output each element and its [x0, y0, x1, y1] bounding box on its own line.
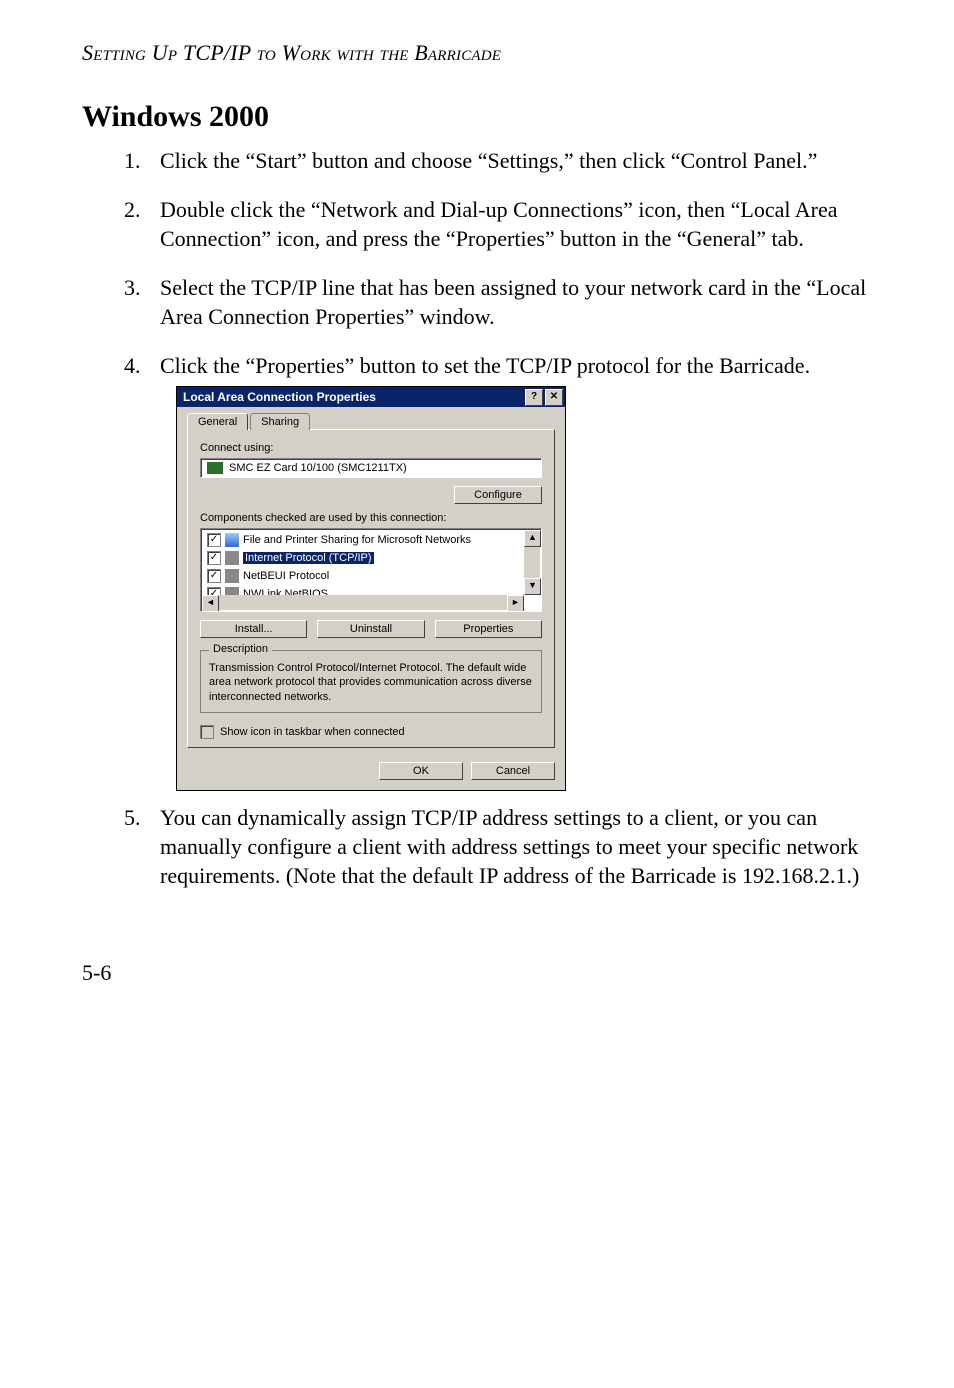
scroll-right-icon[interactable]: ►: [507, 595, 524, 612]
adapter-field: SMC EZ Card 10/100 (SMC1211TX): [200, 458, 542, 478]
step-3: Select the TCP/IP line that has been ass…: [146, 273, 882, 331]
step-4: Click the “Properties” button to set the…: [146, 351, 882, 380]
step-5: You can dynamically assign TCP/IP addres…: [146, 803, 882, 890]
scroll-down-icon[interactable]: ▼: [524, 578, 541, 595]
tab-panel-general: Connect using: SMC EZ Card 10/100 (SMC12…: [187, 429, 555, 748]
protocol-icon: [225, 551, 239, 565]
scroll-left-icon[interactable]: ◄: [202, 595, 219, 612]
checkbox-icon[interactable]: ✓: [207, 533, 221, 547]
nic-icon: [207, 462, 223, 474]
scroll-up-icon[interactable]: ▲: [524, 530, 541, 547]
tab-sharing[interactable]: Sharing: [250, 413, 310, 430]
component-netbeui[interactable]: ✓ NetBEUI Protocol: [205, 567, 523, 585]
dialog-title: Local Area Connection Properties: [183, 390, 523, 404]
page-number: 5-6: [82, 960, 882, 986]
uninstall-button[interactable]: Uninstall: [317, 620, 424, 638]
step-1: Click the “Start” button and choose “Set…: [146, 146, 882, 175]
section-heading: Windows 2000: [82, 100, 882, 134]
components-listbox[interactable]: ✓ File and Printer Sharing for Microsoft…: [200, 528, 542, 612]
running-head: Setting Up TCP/IP to Work with the Barri…: [82, 40, 882, 66]
description-groupbox: Description Transmission Control Protoco…: [200, 650, 542, 713]
checkbox-icon[interactable]: ✓: [207, 551, 221, 565]
component-label: Internet Protocol (TCP/IP): [243, 552, 374, 564]
component-label: NetBEUI Protocol: [243, 570, 329, 582]
properties-button[interactable]: Properties: [435, 620, 542, 638]
component-tcpip[interactable]: ✓ Internet Protocol (TCP/IP): [205, 549, 523, 567]
show-icon-label: Show icon in taskbar when connected: [220, 726, 405, 738]
component-label: File and Printer Sharing for Microsoft N…: [243, 534, 471, 546]
help-button[interactable]: ?: [525, 389, 543, 406]
tab-general[interactable]: General: [187, 413, 248, 430]
install-button[interactable]: Install...: [200, 620, 307, 638]
step-2: Double click the “Network and Dial-up Co…: [146, 195, 882, 253]
ok-button[interactable]: OK: [379, 762, 463, 780]
dialog-titlebar[interactable]: Local Area Connection Properties ? ✕: [177, 387, 565, 407]
properties-dialog: Local Area Connection Properties ? ✕ Gen…: [176, 386, 566, 791]
checkbox-icon[interactable]: ✓: [207, 569, 221, 583]
service-icon: [225, 533, 239, 547]
cancel-button[interactable]: Cancel: [471, 762, 555, 780]
components-label: Components checked are used by this conn…: [200, 512, 542, 524]
component-file-printer-sharing[interactable]: ✓ File and Printer Sharing for Microsoft…: [205, 531, 523, 549]
configure-button[interactable]: Configure: [454, 486, 542, 504]
vertical-scrollbar[interactable]: ▲ ▼: [524, 530, 540, 595]
show-icon-checkbox[interactable]: [200, 725, 214, 739]
description-legend: Description: [209, 643, 272, 655]
protocol-icon: [225, 569, 239, 583]
close-button[interactable]: ✕: [545, 389, 563, 406]
connect-using-label: Connect using:: [200, 442, 542, 454]
horizontal-scrollbar[interactable]: ◄ ►: [202, 595, 524, 610]
adapter-name: SMC EZ Card 10/100 (SMC1211TX): [229, 462, 407, 474]
description-text: Transmission Control Protocol/Internet P…: [209, 661, 533, 704]
